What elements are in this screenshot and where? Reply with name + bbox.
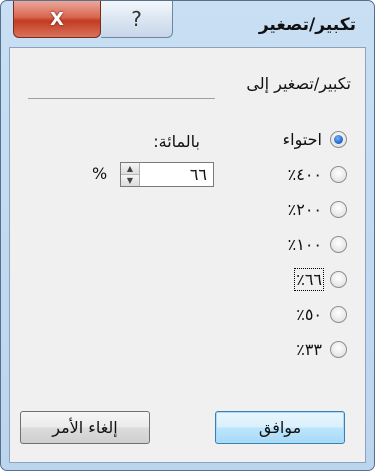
radio-label-100: ١٠٠٪	[287, 234, 322, 254]
percent-label: بالمائة:	[153, 132, 200, 151]
radio-50[interactable]: ٥٠٪	[296, 302, 347, 326]
ok-button[interactable]: موافق	[215, 411, 345, 444]
radio-33[interactable]: ٣٣٪	[296, 337, 347, 361]
radio-button-50[interactable]	[330, 305, 347, 323]
close-icon: X	[50, 8, 64, 30]
radio-button-100[interactable]	[330, 235, 347, 253]
radio-200[interactable]: ٢٠٠٪	[288, 197, 347, 221]
triangle-up-icon: ▲	[126, 164, 134, 173]
radio-button-33[interactable]	[330, 340, 347, 358]
radio-button-200[interactable]	[330, 200, 347, 218]
spin-up-button[interactable]: ▲	[121, 163, 139, 175]
radio-100[interactable]: ١٠٠٪	[288, 232, 347, 256]
percent-spinner[interactable]: ▲ ▼ ٦٦	[120, 162, 214, 187]
spin-down-button[interactable]: ▼	[121, 175, 139, 186]
help-button[interactable]: ?	[101, 1, 173, 38]
dialog-body: تكبير/تصغير إلى احتواء ٤٠٠٪ ٢٠٠٪ ١٠٠٪ ٦٦…	[9, 47, 366, 463]
zoom-to-group-label: تكبير/تصغير إلى	[240, 74, 351, 93]
radio-label-33: ٣٣٪	[296, 339, 322, 359]
zoom-dialog: X ? تكبير/تصغير تكبير/تصغير إلى احتواء ٤…	[0, 0, 375, 471]
radio-button-66[interactable]	[330, 270, 347, 288]
help-icon: ?	[131, 7, 142, 31]
close-button[interactable]: X	[13, 1, 101, 38]
radio-button-400[interactable]	[330, 165, 347, 183]
radio-label-66: ٦٦٪	[294, 267, 324, 291]
radio-400[interactable]: ٤٠٠٪	[288, 162, 347, 186]
radio-label-fit: احتواء	[282, 129, 322, 149]
radio-label-200: ٢٠٠٪	[287, 199, 322, 219]
group-divider	[28, 98, 215, 99]
radio-label-400: ٤٠٠٪	[287, 164, 322, 184]
percent-value[interactable]: ٦٦	[190, 165, 207, 184]
radio-fit[interactable]: احتواء	[283, 127, 347, 151]
radio-66[interactable]: ٦٦٪	[294, 267, 347, 291]
spin-buttons: ▲ ▼	[121, 163, 140, 186]
dialog-title: تكبير/تصغير	[258, 15, 356, 35]
cancel-button[interactable]: إلغاء الأمر	[20, 411, 150, 444]
percent-sign: %	[92, 164, 108, 183]
radio-button-fit[interactable]	[330, 130, 347, 148]
title-bar: X ? تكبير/تصغير	[1, 1, 374, 47]
radio-label-50: ٥٠٪	[296, 304, 322, 324]
triangle-down-icon: ▼	[126, 176, 134, 185]
